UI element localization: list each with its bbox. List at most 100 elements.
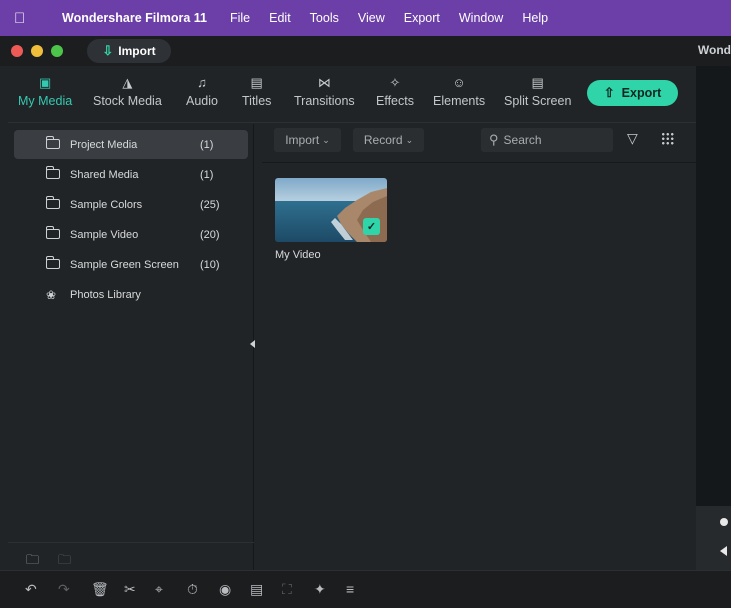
tab-label: Elements xyxy=(433,94,486,108)
menu-view[interactable]: View xyxy=(358,11,385,25)
redo-icon[interactable]: ↷ xyxy=(58,582,70,596)
transition-icon: ⋈ xyxy=(317,75,331,90)
import-button[interactable]: ⇩ Import xyxy=(87,39,171,63)
playhead-dot-icon[interactable] xyxy=(720,518,728,526)
sidebar-item-sample-colors[interactable]: Sample Colors (25) xyxy=(14,190,248,219)
split-screen-icon: ▤ xyxy=(531,75,544,90)
menu-edit[interactable]: Edit xyxy=(269,11,291,25)
tab-effects[interactable]: ✧ Effects xyxy=(376,74,414,108)
menu-bar:  Wondershare Filmora 11 File Edit Tools… xyxy=(0,0,731,36)
camera-folder-icon: ◮ xyxy=(122,75,133,90)
play-back-icon[interactable] xyxy=(720,546,727,556)
sidebar-item-label: Shared Media xyxy=(70,168,139,181)
media-sidebar: Project Media (1) Shared Media (1) Sampl… xyxy=(8,124,254,570)
minimize-window-button[interactable] xyxy=(31,45,43,57)
zoom-window-button[interactable] xyxy=(51,45,63,57)
grid-view-icon[interactable] xyxy=(661,132,674,145)
record-dropdown-label: Record xyxy=(363,133,403,147)
menu-tools[interactable]: Tools xyxy=(310,11,339,25)
text-template-icon[interactable]: ▤ xyxy=(250,582,263,596)
apple-icon[interactable]:  xyxy=(14,10,36,27)
tab-label: Transitions xyxy=(294,94,355,108)
tab-stock-media[interactable]: ◮ Stock Media xyxy=(93,74,162,108)
tab-transitions[interactable]: ⋈ Transitions xyxy=(294,74,355,108)
tab-my-media[interactable]: ▣ My Media xyxy=(18,74,72,108)
folder-icon xyxy=(46,225,64,241)
folder-icon xyxy=(46,165,64,181)
text-t-icon: ▤ xyxy=(250,75,263,90)
import-button-label: Import xyxy=(118,44,156,58)
delete-icon[interactable]: 🗑 xyxy=(91,582,109,596)
sidebar-item-label: Photos Library xyxy=(70,288,141,301)
title-bar: ⇩ Import Wond xyxy=(0,36,731,66)
adjust-sliders-icon[interactable]: ≡ xyxy=(346,582,354,596)
folder-icon xyxy=(46,135,64,151)
tab-titles[interactable]: ▤ Titles xyxy=(242,74,271,108)
color-palette-icon[interactable]: ◉ xyxy=(219,582,231,596)
chevron-down-icon: ⌄ xyxy=(322,134,330,145)
search-icon: ⚲ xyxy=(489,132,499,147)
menu-app-name[interactable]: Wondershare Filmora 11 xyxy=(62,11,207,25)
collapse-sidebar-icon[interactable] xyxy=(250,340,255,348)
folder-icon xyxy=(46,255,64,271)
close-window-button[interactable] xyxy=(11,45,23,57)
menu-window[interactable]: Window xyxy=(459,11,503,25)
undo-icon[interactable]: ↶ xyxy=(25,582,37,596)
tab-label: Split Screen xyxy=(504,94,572,108)
export-button[interactable]: ⇧ Export xyxy=(587,80,678,106)
menu-file[interactable]: File xyxy=(230,11,250,25)
record-dropdown[interactable]: Record ⌄ xyxy=(353,128,424,152)
preview-panel-edge xyxy=(696,66,731,570)
tab-label: Stock Media xyxy=(93,94,162,108)
media-panel: ▣ My Media ◮ Stock Media ♫ Audio ▤ Title… xyxy=(0,66,696,570)
sidebar-item-count: (10) xyxy=(200,258,220,271)
crop-icon[interactable]: ⌖ xyxy=(155,582,163,596)
sidebar-item-label: Project Media xyxy=(70,138,138,151)
search-input[interactable]: ⚲ Search xyxy=(481,128,613,152)
photos-flower-icon: ❀ xyxy=(46,287,57,302)
sidebar-item-photos-library[interactable]: ❀ Photos Library xyxy=(14,280,248,309)
media-item-label: My Video xyxy=(275,249,321,261)
tab-elements[interactable]: ☺ Elements xyxy=(433,74,485,108)
sidebar-item-shared-media[interactable]: Shared Media (1) xyxy=(14,160,248,189)
tab-label: Titles xyxy=(242,94,272,108)
sidebar-item-sample-video[interactable]: Sample Video (20) xyxy=(14,220,248,249)
menu-help[interactable]: Help xyxy=(522,11,548,25)
sidebar-item-count: (1) xyxy=(200,168,214,181)
filter-icon[interactable]: ▽ xyxy=(627,130,638,147)
ai-effect-icon[interactable]: ✦ xyxy=(314,582,326,596)
sidebar-item-count: (20) xyxy=(200,228,220,241)
music-note-icon: ♫ xyxy=(197,75,207,90)
search-placeholder: Search xyxy=(503,133,542,147)
import-dropdown[interactable]: Import ⌄ xyxy=(274,128,341,152)
sidebar-footer: 🗀 🗀 xyxy=(8,542,254,570)
sidebar-item-label: Sample Colors xyxy=(70,198,143,211)
tab-split-screen[interactable]: ▤ Split Screen xyxy=(504,74,571,108)
menu-export[interactable]: Export xyxy=(404,11,440,25)
cut-icon[interactable]: ✂ xyxy=(124,582,136,596)
export-button-label: Export xyxy=(621,86,662,100)
sidebar-item-project-media[interactable]: Project Media (1) xyxy=(14,130,248,159)
media-toolbar-divider xyxy=(262,162,696,163)
speed-icon[interactable]: ⏱ xyxy=(187,582,198,596)
tab-label: Effects xyxy=(376,94,414,108)
smiley-icon: ☺ xyxy=(452,75,466,90)
selected-check-icon: ✓ xyxy=(363,218,380,235)
timeline-toolbar: ↶ ↷ 🗑 ✂ ⌖ ⏱ ◉ ▤ ⛶ ✦ ≡ xyxy=(0,570,731,608)
library-tabs: ▣ My Media ◮ Stock Media ♫ Audio ▤ Title… xyxy=(0,66,696,120)
sidebar-item-label: Sample Green Screen xyxy=(70,258,179,271)
photo-icon: ▣ xyxy=(38,75,52,90)
tab-label: My Media xyxy=(18,94,73,108)
tab-label: Audio xyxy=(186,94,218,108)
import-dropdown-label: Import xyxy=(285,133,320,147)
sparkle-icon: ✧ xyxy=(389,75,401,90)
player-controls-strip xyxy=(696,506,731,570)
tabs-divider xyxy=(8,122,696,123)
tab-audio[interactable]: ♫ Audio xyxy=(186,74,218,108)
chevron-down-icon: ⌄ xyxy=(405,134,414,145)
sidebar-item-sample-green-screen[interactable]: Sample Green Screen (10) xyxy=(14,250,248,279)
sidebar-item-count: (25) xyxy=(200,198,220,211)
window-title: Wond xyxy=(697,43,731,57)
export-icon: ⇧ xyxy=(603,85,615,100)
fit-frame-icon[interactable]: ⛶ xyxy=(282,582,292,596)
